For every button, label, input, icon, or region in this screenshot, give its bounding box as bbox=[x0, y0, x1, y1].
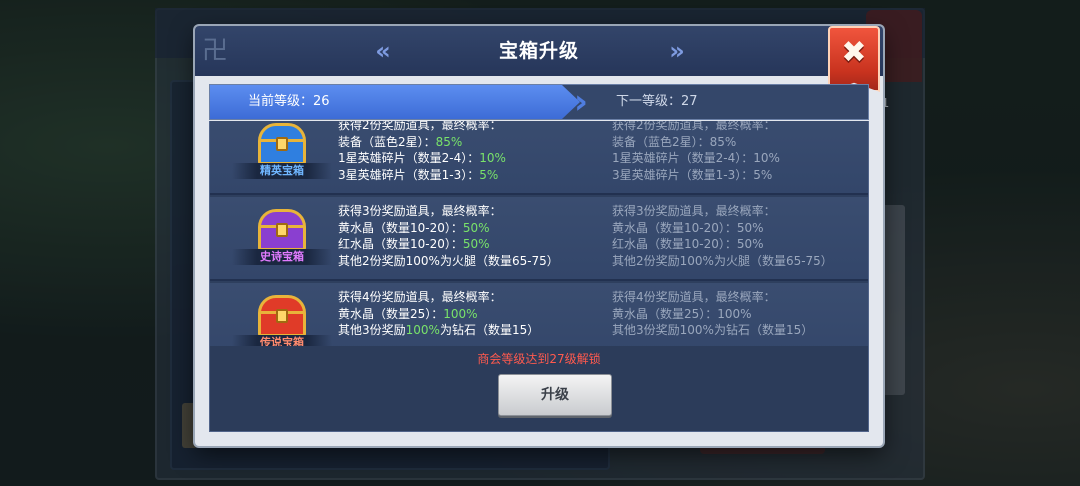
reward-line: 其他3份奖励100%为钻石（数量15） bbox=[612, 323, 814, 337]
reward-heading: 获得2份奖励道具，最终概率： bbox=[612, 121, 776, 132]
reward-percent: 10% bbox=[479, 151, 506, 165]
unlock-requirement-text: 商会等级达到27级解锁 bbox=[477, 352, 601, 366]
next-rewards: 获得4份奖励道具，最终概率： 黄水晶（数量25）：100% 其他3份奖励100%… bbox=[612, 289, 813, 339]
list-item: 传说宝箱 获得4份奖励道具，最终概率： 黄水晶（数量25）：100% 其他3份奖… bbox=[210, 283, 868, 346]
chest-name: 传说宝箱 bbox=[232, 335, 332, 346]
upgrade-button[interactable]: 升级 bbox=[498, 374, 612, 416]
close-icon: ✖ bbox=[841, 35, 867, 70]
reward-line: 黄水晶（数量10-20）：50% bbox=[338, 220, 490, 235]
chest-name: 史诗宝箱 bbox=[232, 249, 332, 265]
reward-line: 黄水晶（数量25）：100% bbox=[612, 306, 752, 321]
reward-line: 红水晶（数量10-20）：50% bbox=[612, 237, 764, 251]
current-level-label: 当前等级：26 bbox=[248, 94, 330, 109]
reward-percent: 5% bbox=[479, 167, 499, 182]
close-button[interactable]: ✖ bbox=[828, 26, 880, 92]
reward-line: 1星英雄碎片（数量2-4）：10% bbox=[338, 151, 506, 165]
reward-line: 其他2份奖励100%为火腿（数量65-75） bbox=[338, 253, 559, 268]
reward-line: 黄水晶（数量25）：100% bbox=[338, 306, 478, 321]
reward-line: 装备（蓝色2星）：85% bbox=[612, 134, 737, 149]
list-item: 史诗宝箱 获得3份奖励道具，最终概率： 黄水晶（数量10-20）：50% 红水晶… bbox=[210, 197, 868, 281]
reward-heading: 获得3份奖励道具，最终概率： bbox=[338, 204, 502, 218]
reward-heading: 获得4份奖励道具，最终概率： bbox=[612, 290, 776, 304]
next-rewards: 获得3份奖励道具，最终概率： 黄水晶（数量10-20）：50% 红水晶（数量10… bbox=[612, 203, 833, 269]
reward-percent: 85% bbox=[435, 134, 463, 149]
reward-percent: 100% bbox=[443, 306, 478, 321]
reward-line: 1星英雄碎片（数量2-4）：10% bbox=[612, 151, 780, 165]
reward-line: 其他2份奖励100%为火腿（数量65-75） bbox=[612, 253, 833, 268]
current-rewards: 获得2份奖励道具，最终概率： 装备（蓝色2星）：85% 1星英雄碎片（数量2-4… bbox=[338, 121, 506, 183]
dialog-footer: 商会等级达到27级解锁 升级 bbox=[209, 346, 869, 432]
reward-percent: 50% bbox=[462, 237, 490, 251]
chest-upgrade-dialog: 卍 宝箱升级 « » ✖ › 当前等级：26 下一等级：27 精英宝箱 获得2份… bbox=[195, 26, 883, 446]
current-rewards: 获得3份奖励道具，最终概率： 黄水晶（数量10-20）：50% 红水晶（数量10… bbox=[338, 203, 559, 269]
reward-line: 红水晶（数量10-20）：50% bbox=[338, 237, 490, 251]
list-item: 精英宝箱 获得2份奖励道具，最终概率： 装备（蓝色2星）：85% 1星英雄碎片（… bbox=[210, 121, 868, 195]
reward-percent: 100% bbox=[405, 323, 440, 337]
previous-level-arrow-icon[interactable]: « bbox=[369, 38, 397, 64]
reward-heading: 获得3份奖励道具，最终概率： bbox=[612, 204, 776, 218]
reward-heading: 获得4份奖励道具，最终概率： bbox=[338, 290, 502, 304]
reward-line: 黄水晶（数量10-20）：50% bbox=[612, 220, 764, 235]
next-level-label: 下一等级：27 bbox=[616, 94, 698, 109]
reward-heading: 获得2份奖励道具，最终概率： bbox=[338, 121, 502, 132]
chevron-right-icon: › bbox=[574, 82, 589, 122]
next-level-arrow-icon[interactable]: » bbox=[663, 38, 691, 64]
reward-line: 3星英雄碎片（数量1-3）：5% bbox=[612, 167, 773, 182]
dialog-title-bar: 卍 宝箱升级 « » bbox=[195, 26, 883, 76]
reward-line: 其他3份奖励100%为钻石（数量15） bbox=[338, 323, 540, 337]
reward-percent: 50% bbox=[462, 220, 490, 235]
level-header: › 当前等级：26 下一等级：27 bbox=[209, 84, 869, 120]
chest-list[interactable]: 精英宝箱 获得2份奖励道具，最终概率： 装备（蓝色2星）：85% 1星英雄碎片（… bbox=[209, 121, 869, 346]
next-rewards: 获得2份奖励道具，最终概率： 装备（蓝色2星）：85% 1星英雄碎片（数量2-4… bbox=[612, 121, 780, 183]
reward-line: 3星英雄碎片（数量1-3）：5% bbox=[338, 167, 499, 182]
current-rewards: 获得4份奖励道具，最终概率： 黄水晶（数量25）：100% 其他3份奖励100%… bbox=[338, 289, 539, 339]
reward-line: 装备（蓝色2星）：85% bbox=[338, 134, 463, 149]
chest-name: 精英宝箱 bbox=[232, 163, 332, 179]
dialog-title: 宝箱升级 bbox=[498, 40, 579, 62]
